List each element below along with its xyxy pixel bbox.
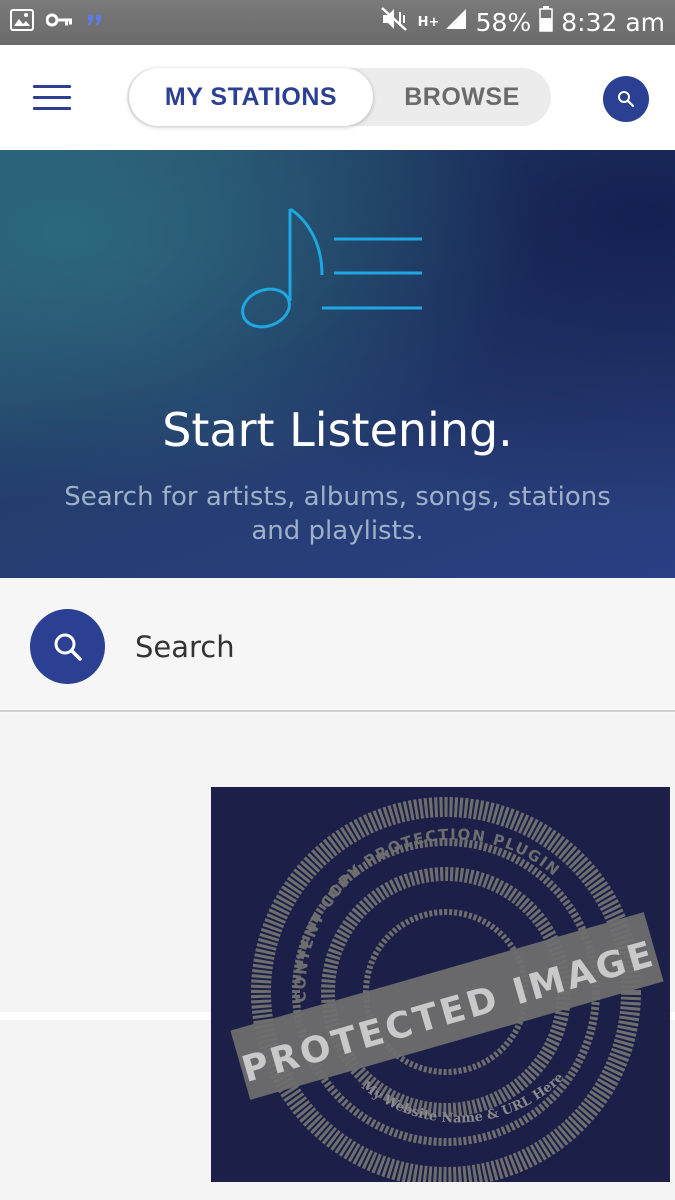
protected-image-watermark: CONTENT COPY PROTECTION PLUGIN PROTECTED… [211, 787, 670, 1182]
search-row[interactable]: Search [0, 578, 675, 712]
tab-browse[interactable]: BROWSE [373, 68, 551, 126]
clock: 8:32 am [561, 8, 665, 37]
network-type-icon: H+ [417, 14, 440, 30]
search-icon [618, 91, 635, 108]
vpn-key-icon [45, 12, 74, 33]
search-label: Search [135, 630, 235, 664]
quote-app-icon [86, 12, 104, 33]
hero-title: Start Listening. [162, 403, 513, 457]
mute-vibrate-icon [380, 6, 410, 39]
music-playlist-icon [241, 207, 422, 329]
battery-icon [539, 6, 553, 39]
menu-icon[interactable] [33, 83, 71, 113]
header-search-button[interactable] [603, 76, 649, 122]
image-icon [10, 9, 34, 36]
start-listening-hero: Start Listening. Search for artists, alb… [0, 150, 675, 578]
station-tab-switch: MY STATIONS BROWSE [127, 68, 551, 126]
battery-percent: 58% [475, 8, 532, 37]
search-icon [54, 633, 82, 661]
status-bar: H+ 58% 8:32 am [0, 0, 675, 45]
app-header: MY STATIONS BROWSE [0, 45, 675, 150]
hero-subtitle: Search for artists, albums, songs, stati… [64, 482, 611, 546]
search-button[interactable] [30, 609, 105, 684]
tab-my-stations[interactable]: MY STATIONS [129, 68, 373, 126]
protection-seal-graphic: CONTENT COPY PROTECTION PLUGIN PROTECTED… [230, 797, 664, 1182]
signal-icon [444, 7, 468, 38]
